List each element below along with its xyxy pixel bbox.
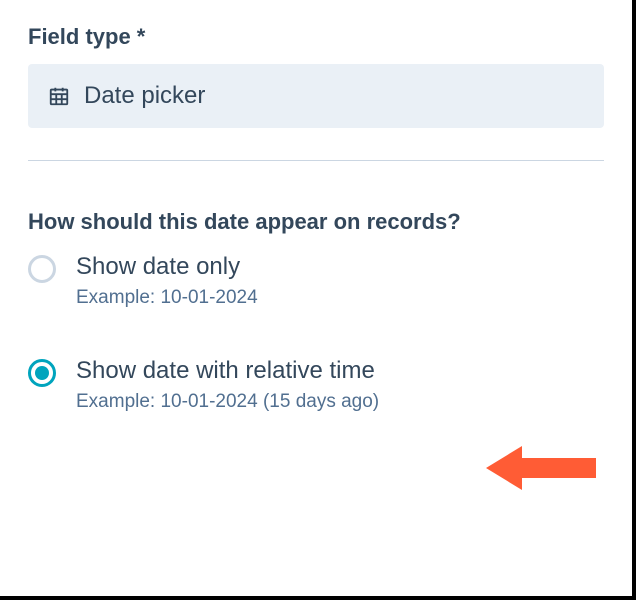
calendar-icon bbox=[48, 85, 70, 107]
radio-example: Example: 10-01-2024 bbox=[76, 287, 258, 309]
radio-option-relative-time[interactable]: Show date with relative time Example: 10… bbox=[28, 357, 604, 413]
arrow-annotation bbox=[486, 438, 606, 498]
radio-group: Show date only Example: 10-01-2024 Show … bbox=[28, 253, 604, 413]
radio-button-selected[interactable] bbox=[28, 359, 56, 387]
radio-label: Show date with relative time bbox=[76, 357, 379, 385]
field-type-label: Field type * bbox=[28, 24, 604, 50]
question-label: How should this date appear on records? bbox=[28, 209, 604, 235]
radio-content: Show date only Example: 10-01-2024 bbox=[76, 253, 258, 309]
field-type-value: Date picker bbox=[84, 82, 205, 110]
radio-label: Show date only bbox=[76, 253, 258, 281]
radio-example: Example: 10-01-2024 (15 days ago) bbox=[76, 391, 379, 413]
radio-option-date-only[interactable]: Show date only Example: 10-01-2024 bbox=[28, 253, 604, 309]
radio-button-unselected[interactable] bbox=[28, 255, 56, 283]
divider bbox=[28, 160, 604, 161]
radio-content: Show date with relative time Example: 10… bbox=[76, 357, 379, 413]
field-type-select[interactable]: Date picker bbox=[28, 64, 604, 128]
